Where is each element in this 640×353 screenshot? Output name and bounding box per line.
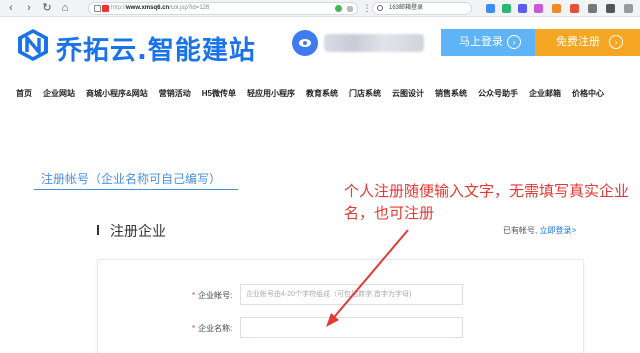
nav-item-wechat[interactable]: 公众号助手 bbox=[478, 88, 518, 100]
main-nav: 首页 企业网站 商城小程序&网站 营销活动 H5微传单 轻应用小程序 教育系统 … bbox=[16, 88, 604, 100]
nav-item-h5[interactable]: H5微传单 bbox=[202, 88, 236, 100]
chevron-right-icon: › bbox=[507, 35, 521, 49]
required-mark: * bbox=[192, 291, 196, 300]
required-mark: * bbox=[192, 324, 196, 333]
url-protocol: http:// bbox=[111, 5, 127, 11]
nav-item-website[interactable]: 企业网站 bbox=[43, 88, 75, 100]
tab-underline bbox=[34, 189, 238, 190]
company-name-input[interactable] bbox=[240, 317, 463, 338]
account-input[interactable]: 企业帐号由4-20个字符组成（可包括数字,首字为字母) bbox=[240, 284, 463, 305]
field-label-company: * 企业名称: bbox=[192, 323, 232, 334]
have-account-text: 已有帐号, 立即登录> bbox=[503, 225, 576, 236]
section-title: 注册企业 bbox=[110, 223, 166, 239]
field-label-text: 企业名称: bbox=[198, 324, 233, 333]
extension-icon-3[interactable] bbox=[518, 4, 527, 13]
extension-icon-6[interactable] bbox=[570, 4, 579, 13]
register-form-card bbox=[97, 259, 584, 353]
tab-register[interactable]: 注册帐号（企业名称可自己编写） bbox=[41, 170, 221, 187]
register-label: 免费注册 bbox=[556, 36, 600, 48]
nav-item-sales[interactable]: 销售系统 bbox=[435, 88, 467, 100]
nav-item-email[interactable]: 企业邮箱 bbox=[529, 88, 561, 100]
search-bar[interactable]: 163邮箱登录 bbox=[372, 2, 472, 15]
site-favicon-icon bbox=[102, 5, 109, 12]
phone-service-icon bbox=[292, 30, 318, 56]
nav-item-mall[interactable]: 商城小程序&网站 bbox=[86, 88, 148, 100]
lock-icon bbox=[94, 5, 101, 12]
section-marker bbox=[97, 225, 99, 235]
search-text: 163邮箱登录 bbox=[389, 5, 424, 11]
login-button[interactable]: 马上登录 › bbox=[441, 29, 535, 56]
register-button[interactable]: 免费注册 › bbox=[535, 29, 640, 56]
menu-icon[interactable] bbox=[624, 4, 633, 13]
extension-icon-1[interactable] bbox=[486, 4, 495, 13]
nav-item-marketing[interactable]: 营销活动 bbox=[159, 88, 191, 100]
login-label: 马上登录 bbox=[459, 36, 503, 48]
blurred-hotline bbox=[324, 34, 424, 52]
browser-toolbar: ‹ › ↻ ⌂ http://www.xmsq6.cn/col.jsp?id=1… bbox=[0, 0, 640, 17]
extension-icon-4[interactable] bbox=[534, 4, 543, 13]
search-icon bbox=[377, 5, 383, 11]
url-dropdown-icon[interactable] bbox=[347, 6, 353, 12]
login-link[interactable]: 立即登录> bbox=[539, 226, 576, 235]
nav-item-design[interactable]: 云图设计 bbox=[392, 88, 424, 100]
field-label-text: 企业帐号: bbox=[198, 291, 233, 300]
forward-icon[interactable]: › bbox=[22, 1, 36, 15]
nav-item-lightapp[interactable]: 轻应用小程序 bbox=[247, 88, 295, 100]
nav-item-pricing[interactable]: 价格中心 bbox=[572, 88, 604, 100]
url-path: /col.jsp?id=128 bbox=[169, 5, 210, 11]
nav-item-store[interactable]: 门店系统 bbox=[349, 88, 381, 100]
home-icon[interactable]: ⌂ bbox=[58, 1, 72, 15]
back-icon[interactable]: ‹ bbox=[4, 1, 18, 15]
annotation-text: 个人注册随便输入文字，无需填写真实企业名，也可注册 bbox=[344, 182, 630, 222]
address-bar[interactable]: http://www.xmsq6.cn/col.jsp?id=128 bbox=[88, 2, 358, 15]
extension-icon-8[interactable] bbox=[606, 4, 615, 13]
chevron-right-icon: › bbox=[609, 35, 623, 49]
nav-item-home[interactable]: 首页 bbox=[16, 88, 32, 100]
refresh-icon[interactable]: ↻ bbox=[40, 1, 54, 15]
extension-icon-7[interactable] bbox=[588, 4, 597, 13]
extension-icon-2[interactable] bbox=[502, 4, 511, 13]
url-host: www.xmsq6.cn bbox=[126, 5, 170, 11]
logo-text[interactable]: 乔拓云.智能建站 bbox=[56, 30, 256, 67]
extension-icon-5[interactable] bbox=[552, 4, 561, 13]
secure-shield-icon[interactable] bbox=[335, 5, 342, 12]
have-account-label: 已有帐号, bbox=[503, 226, 538, 235]
nav-item-education[interactable]: 教育系统 bbox=[306, 88, 338, 100]
field-label-account: * 企业帐号: bbox=[192, 290, 232, 301]
logo-icon[interactable] bbox=[16, 28, 50, 62]
